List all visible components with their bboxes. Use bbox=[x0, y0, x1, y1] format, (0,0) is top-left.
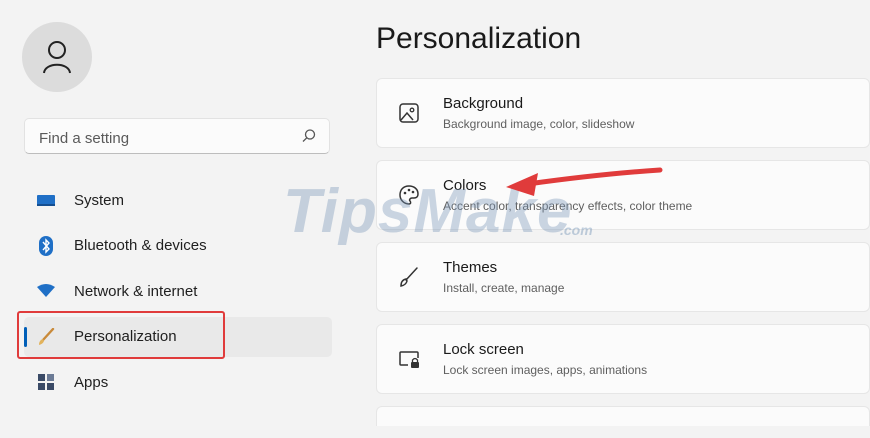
search-box[interactable] bbox=[24, 118, 330, 154]
card-title: Background bbox=[443, 95, 524, 112]
search-input[interactable] bbox=[37, 127, 291, 149]
apps-icon bbox=[36, 372, 56, 392]
sidebar-item-apps[interactable]: Apps bbox=[24, 362, 332, 402]
sidebar-nav: System Bluetooth & devices Network & int… bbox=[24, 180, 332, 408]
card-colors[interactable]: Colors Accent color, transparency effect… bbox=[376, 160, 870, 230]
card-lock-screen[interactable]: Lock screen Lock screen images, apps, an… bbox=[376, 324, 870, 394]
image-icon bbox=[399, 103, 419, 123]
system-icon bbox=[36, 190, 56, 210]
wifi-icon bbox=[36, 281, 56, 301]
sidebar-item-label: Bluetooth & devices bbox=[74, 237, 207, 254]
user-avatar[interactable] bbox=[22, 22, 92, 92]
sidebar-item-label: Network & internet bbox=[74, 282, 198, 300]
settings-cards: Background Background image, color, slid… bbox=[376, 78, 870, 438]
person-icon bbox=[43, 41, 71, 74]
brush-icon bbox=[400, 267, 418, 287]
sidebar-item-label: System bbox=[74, 191, 125, 209]
card-subtitle: Install, create, manage bbox=[443, 281, 565, 295]
card-title: Lock screen bbox=[443, 341, 524, 358]
sidebar-item-network[interactable]: Network & internet bbox=[24, 271, 332, 311]
annotation-highlight-box bbox=[17, 311, 225, 359]
sidebar-item-system[interactable]: System bbox=[24, 180, 332, 220]
card-partial[interactable] bbox=[376, 406, 870, 426]
card-title: Themes bbox=[443, 259, 498, 276]
card-subtitle: Lock screen images, apps, animations bbox=[443, 363, 648, 377]
lock-screen-icon bbox=[399, 351, 419, 368]
settings-window: System Bluetooth & devices Network & int… bbox=[0, 0, 870, 426]
card-subtitle: Background image, color, slideshow bbox=[443, 117, 635, 131]
page-title: Personalization bbox=[376, 22, 582, 55]
bluetooth-icon bbox=[36, 235, 56, 256]
sidebar-item-bluetooth[interactable]: Bluetooth & devices bbox=[24, 226, 332, 266]
palette-icon bbox=[399, 185, 419, 205]
sidebar-item-label: Apps bbox=[74, 373, 109, 391]
card-background[interactable]: Background Background image, color, slid… bbox=[376, 78, 870, 148]
search-icon[interactable] bbox=[301, 128, 317, 144]
card-title: Colors bbox=[443, 177, 487, 194]
card-subtitle: Accent color, transparency effects, colo… bbox=[443, 199, 693, 213]
card-themes[interactable]: Themes Install, create, manage bbox=[376, 242, 870, 312]
